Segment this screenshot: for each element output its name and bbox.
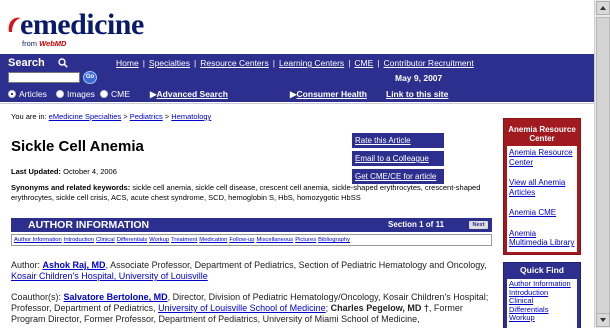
radio-icon — [56, 90, 64, 98]
logo-wordmark: emedicine — [20, 8, 144, 41]
nav-learning-centers[interactable]: Learning Centers — [279, 58, 344, 68]
coauthors-paragraph: Coauthor(s): Salvatore Bertolone, MD, Di… — [11, 292, 489, 324]
page-title: Sickle Cell Anemia — [11, 138, 144, 155]
scroll-down-button[interactable] — [596, 313, 610, 327]
last-updated: Last Updated: October 4, 2006 — [11, 167, 117, 176]
breadcrumb-pediatrics[interactable]: Pediatrics — [130, 112, 163, 121]
resource-center-title: Anemia Resource Center — [508, 125, 576, 143]
email-colleague-button[interactable]: Email to a Colleague — [352, 151, 444, 166]
quick-find-workup[interactable]: Workup — [509, 313, 575, 323]
go-button[interactable]: Go — [83, 71, 97, 84]
filter-cme-radio[interactable]: CME — [100, 89, 130, 99]
author-paragraph: Author: Ashok Raj, MD, Associate Profess… — [11, 260, 487, 281]
header-bar: Search Home | Specialties | Resource Centers… — [0, 54, 594, 102]
nav-specialties[interactable]: Specialties — [149, 58, 190, 68]
subnav-clinical[interactable]: Clinical — [96, 237, 115, 243]
search-icon — [58, 58, 68, 68]
logo-subtitle: from WebMD — [22, 39, 67, 48]
search-input[interactable] — [8, 72, 80, 83]
quick-find-box: Quick Find Author Information Introducti… — [503, 262, 581, 328]
consumer-health-link[interactable]: ▶Consumer Health — [290, 89, 367, 100]
divider — [0, 103, 594, 104]
breadcrumb-specialties[interactable]: eMedicine Specialties — [49, 112, 122, 121]
view-all-articles-link[interactable]: View all Anemia Articles — [509, 178, 575, 197]
section-header: AUTHOR INFORMATION Section 1 of 11 Next — [11, 218, 492, 232]
scroll-thumb[interactable] — [596, 17, 610, 317]
multimedia-library-link[interactable]: Anemia Multimedia Library — [509, 229, 575, 248]
rate-article-button[interactable]: Rate this Article — [352, 133, 444, 148]
down-arrow-icon — [600, 318, 606, 322]
article-actions: Rate this Article Email to a Colleague G… — [352, 133, 444, 187]
subnav-differentials[interactable]: Differentials — [117, 237, 148, 243]
subnav-follow-up[interactable]: Follow-up — [229, 237, 254, 243]
radio-icon — [100, 90, 108, 98]
section-title: AUTHOR INFORMATION — [28, 219, 150, 231]
emedicine-logo[interactable]: emedicine from WebMD — [6, 6, 146, 48]
breadcrumb-hematology[interactable]: Hematology — [171, 112, 211, 121]
vertical-scrollbar[interactable] — [594, 0, 610, 328]
up-arrow-icon — [600, 6, 606, 10]
subnav-pictures[interactable]: Pictures — [295, 237, 316, 243]
page: emedicine from WebMD Search Home | Special… — [0, 0, 594, 328]
resource-center-link[interactable]: Anemia Resource Center — [509, 148, 575, 167]
resource-center-links: Anemia Resource Center View all Anemia A… — [507, 146, 577, 252]
next-button[interactable]: Next — [469, 221, 488, 229]
anemia-cme-link[interactable]: Anemia CME — [509, 208, 575, 218]
author-affiliation-link[interactable]: Kosair Children's Hospital, University o… — [11, 271, 208, 281]
scroll-up-button[interactable] — [596, 1, 610, 15]
search-filters-row: Articles Images CME ▶Advanced Search ▶Co… — [0, 88, 594, 102]
subnav-bibliography[interactable]: Bibliography — [318, 237, 350, 243]
filter-articles-radio[interactable]: Articles — [8, 89, 47, 99]
subnav-author-information[interactable]: Author Information — [14, 237, 62, 243]
nav-home[interactable]: Home — [116, 58, 139, 68]
quick-find-title: Quick Find — [520, 265, 564, 275]
resource-center-box: Anemia Resource Center Anemia Resource C… — [503, 118, 581, 255]
subnav-medication[interactable]: Medication — [199, 237, 227, 243]
breadcrumb: You are in: eMedicine Specialties > Pedi… — [11, 112, 212, 121]
section-navigation: Author Information Introduction Clinical Di… — [11, 234, 492, 246]
radio-selected-icon — [8, 90, 16, 98]
subnav-treatment[interactable]: Treatment — [171, 237, 197, 243]
section-counter: Section 1 of 11 — [388, 220, 445, 229]
coauthor-affiliation-link[interactable]: University of Louisville School of Medic… — [158, 303, 326, 313]
quick-find-links: Author Information Introduction Clinical… — [507, 279, 577, 328]
nav-resource-centers[interactable]: Resource Centers — [200, 58, 269, 68]
subnav-miscellaneous[interactable]: Miscellaneous — [256, 237, 293, 243]
search-label: Search — [8, 57, 45, 69]
top-navigation: Home | Specialties | Resource Centers | Learni… — [116, 58, 474, 68]
coauthor-name-link[interactable]: Salvatore Bertolone, MD — [64, 292, 168, 302]
author-name-link[interactable]: Ashok Raj, MD — [43, 260, 106, 270]
filter-images-radio[interactable]: Images — [56, 89, 95, 99]
subnav-introduction[interactable]: Introduction — [64, 237, 94, 243]
advanced-search-link[interactable]: ▶Advanced Search — [150, 89, 228, 100]
nav-contributor-recruitment[interactable]: Contributor Recruitment — [384, 58, 474, 68]
get-cme-button[interactable]: Get CME/CE for article — [352, 169, 444, 184]
current-date: May 9, 2007 — [395, 73, 443, 83]
subnav-workup[interactable]: Workup — [149, 237, 169, 243]
link-to-site[interactable]: Link to this site — [386, 89, 448, 99]
nav-cme[interactable]: CME — [354, 58, 373, 68]
